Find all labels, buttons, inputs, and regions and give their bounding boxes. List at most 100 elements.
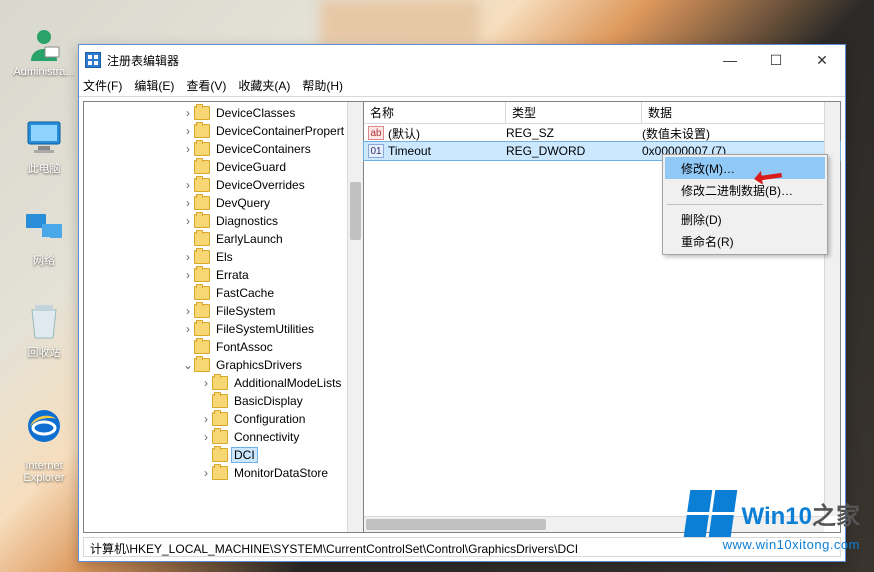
icon-label: Administra... <box>13 66 74 78</box>
menu-help[interactable]: 帮助(H) <box>302 77 343 94</box>
watermark: Win10之家 www.win10xitong.com <box>687 490 860 552</box>
tree-node[interactable]: › DeviceContainerPropert <box>84 122 363 140</box>
expand-icon[interactable]: › <box>182 214 194 228</box>
minimize-button[interactable]: — <box>707 45 753 75</box>
folder-icon <box>194 106 210 120</box>
expand-icon[interactable]: › <box>182 106 194 120</box>
menu-file[interactable]: 文件(F) <box>83 77 122 94</box>
menu-edit[interactable]: 编辑(E) <box>134 77 174 94</box>
tree-label: DevQuery <box>214 196 272 210</box>
ctx-rename[interactable]: 重命名(R) <box>665 230 825 252</box>
string-value-icon: ab <box>368 126 384 140</box>
tree-label: DeviceOverrides <box>214 178 307 192</box>
folder-icon <box>212 412 228 426</box>
expand-icon[interactable]: › <box>182 322 194 336</box>
expand-icon[interactable]: › <box>182 250 194 264</box>
expand-icon[interactable]: › <box>182 142 194 156</box>
folder-icon <box>194 232 210 246</box>
maximize-button[interactable]: ☐ <box>753 45 799 75</box>
tree-label: EarlyLaunch <box>214 232 285 246</box>
desktop-icon-recycle[interactable]: 回收站 <box>8 302 80 360</box>
tree-node[interactable]: EarlyLaunch <box>84 230 363 248</box>
registry-tree[interactable]: ›DeviceClasses›DeviceContainerPropert›De… <box>84 102 363 484</box>
menu-fav[interactable]: 收藏夹(A) <box>238 77 290 94</box>
col-type[interactable]: 类型 <box>506 102 642 123</box>
desktop-icon-ie[interactable]: Internet Explorer <box>8 394 80 484</box>
expand-icon[interactable]: ⌄ <box>182 358 194 372</box>
tree-node[interactable]: BasicDisplay <box>84 392 363 410</box>
tree-label: DeviceGuard <box>214 160 288 174</box>
expand-icon[interactable]: › <box>182 178 194 192</box>
ctx-modify-binary[interactable]: 修改二进制数据(B)… <box>665 179 825 201</box>
scroll-thumb[interactable] <box>350 182 361 240</box>
windows-logo-icon <box>683 490 737 537</box>
desktop-icon-admin[interactable]: Administra... <box>8 24 80 78</box>
value-row[interactable]: ab(默认)REG_SZ(数值未设置) <box>364 124 840 142</box>
tree-label: FastCache <box>214 286 276 300</box>
tree-label: Configuration <box>232 412 307 426</box>
tree-node[interactable]: ›AdditionalModeLists <box>84 374 363 392</box>
tree-label: BasicDisplay <box>232 394 305 408</box>
tree-node[interactable]: ›Connectivity <box>84 428 363 446</box>
ctx-delete[interactable]: 删除(D) <box>665 208 825 230</box>
tree-label: DeviceContainerPropert <box>214 124 346 138</box>
tree-node[interactable]: › MonitorDataStore <box>84 464 363 482</box>
tree-node[interactable]: FastCache <box>84 284 363 302</box>
expand-icon[interactable]: › <box>182 268 194 282</box>
tree-node[interactable]: FontAssoc <box>84 338 363 356</box>
tree-node[interactable]: ›DeviceContainers <box>84 140 363 158</box>
expand-icon[interactable]: › <box>182 124 194 138</box>
tree-node[interactable]: › Configuration <box>84 410 363 428</box>
desktop-icon-thispc[interactable]: 此电脑 <box>8 118 80 176</box>
tree-node[interactable]: DeviceGuard <box>84 158 363 176</box>
expand-icon[interactable]: › <box>200 430 212 444</box>
tree-node[interactable]: ›FileSystemUtilities <box>84 320 363 338</box>
value-name: Timeout <box>388 144 506 158</box>
values-pane: 名称 类型 数据 ab(默认)REG_SZ(数值未设置)01TimeoutREG… <box>364 102 840 532</box>
tree-label: MonitorDataStore <box>232 466 330 480</box>
expand-icon[interactable]: › <box>200 412 212 426</box>
value-name: (默认) <box>388 125 506 142</box>
tree-label: Diagnostics <box>214 214 280 228</box>
ctx-modify[interactable]: 修改(M)… <box>665 157 825 179</box>
tree-node[interactable]: ›FileSystem <box>84 302 363 320</box>
icon-label: 网络 <box>33 255 55 267</box>
tree-node[interactable]: ›Errata <box>84 266 363 284</box>
tree-node[interactable]: › DeviceOverrides <box>84 176 363 194</box>
col-data[interactable]: 数据 <box>642 102 840 123</box>
expand-icon[interactable]: › <box>200 376 212 390</box>
folder-icon <box>212 466 228 480</box>
column-headers[interactable]: 名称 类型 数据 <box>364 102 840 124</box>
watermark-sub: 之家 <box>812 503 860 530</box>
folder-icon <box>194 358 210 372</box>
value-data: (数值未设置) <box>642 125 840 142</box>
folder-icon <box>194 304 210 318</box>
col-name[interactable]: 名称 <box>364 102 506 123</box>
menu-view[interactable]: 查看(V) <box>186 77 226 94</box>
close-button[interactable]: ✕ <box>799 45 845 75</box>
tree-pane: ›DeviceClasses›DeviceContainerPropert›De… <box>84 102 364 532</box>
folder-icon <box>194 178 210 192</box>
folder-icon <box>212 430 228 444</box>
scroll-thumb[interactable] <box>366 519 546 530</box>
content-area: ›DeviceClasses›DeviceContainerPropert›De… <box>83 101 841 533</box>
expand-icon[interactable]: › <box>182 196 194 210</box>
expand-icon[interactable]: › <box>200 466 212 480</box>
titlebar[interactable]: 注册表编辑器 — ☐ ✕ <box>79 45 845 75</box>
tree-node[interactable]: ›DeviceClasses <box>84 104 363 122</box>
tree-label: Els <box>214 250 235 264</box>
tree-scrollbar[interactable] <box>347 102 363 532</box>
tree-node[interactable]: ⌄GraphicsDrivers <box>84 356 363 374</box>
tree-node[interactable]: › Els <box>84 248 363 266</box>
window-title: 注册表编辑器 <box>107 52 179 69</box>
folder-icon <box>194 142 210 156</box>
desktop-icon-network[interactable]: 网络 <box>8 210 80 268</box>
tree-node[interactable]: DCI <box>84 446 363 464</box>
tree-label: FontAssoc <box>214 340 275 354</box>
context-menu: 修改(M)… 修改二进制数据(B)… 删除(D) 重命名(R) <box>662 154 828 255</box>
tree-node[interactable]: › DevQuery <box>84 194 363 212</box>
tree-node[interactable]: › Diagnostics <box>84 212 363 230</box>
folder-icon <box>212 376 228 390</box>
expand-icon[interactable]: › <box>182 304 194 318</box>
folder-icon <box>194 160 210 174</box>
